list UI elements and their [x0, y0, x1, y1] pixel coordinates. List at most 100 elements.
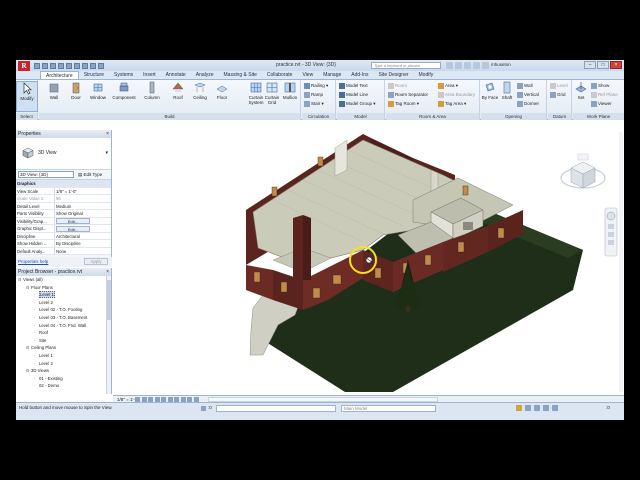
- navigation-bar[interactable]: [604, 207, 618, 257]
- user-icon[interactable]: [482, 62, 489, 69]
- wall-opening-button[interactable]: Wall: [517, 82, 533, 90]
- dormer-button[interactable]: Dormer: [517, 100, 539, 108]
- select-pinned-icon[interactable]: [534, 405, 540, 411]
- user-name[interactable]: mhuseton: [491, 62, 511, 67]
- tree-item[interactable]: ⊟ Ceiling Plans: [16, 344, 111, 352]
- property-value[interactable]: Medium: [56, 204, 71, 209]
- tab-site-designer[interactable]: Site Designer: [374, 71, 414, 79]
- tab-add-ins[interactable]: Add-Ins: [346, 71, 373, 79]
- tag-room-button[interactable]: Tag Room ▾: [388, 100, 419, 108]
- redo-icon[interactable]: [58, 62, 64, 69]
- communication-icon[interactable]: [464, 62, 471, 69]
- mullion-button[interactable]: Mullion: [279, 81, 301, 100]
- tree-item[interactable]: · Site: [16, 337, 111, 345]
- tree-item[interactable]: ⊟ 3D Views: [16, 367, 111, 375]
- select-links-icon[interactable]: [516, 405, 522, 411]
- model-line-button[interactable]: Model Line: [339, 91, 368, 99]
- tree-item[interactable]: · Level 1: [16, 291, 111, 299]
- ceiling-button[interactable]: Ceiling: [189, 81, 211, 100]
- model-group-button[interactable]: Model Group ▾: [339, 100, 376, 108]
- zoom-icon[interactable]: [608, 232, 614, 237]
- maximize-button[interactable]: □: [597, 61, 609, 69]
- set-button[interactable]: Set: [573, 81, 589, 100]
- tree-item[interactable]: · Roof: [16, 329, 111, 337]
- viewer-button[interactable]: Viewer: [591, 100, 612, 108]
- chevron-down-icon[interactable]: ▾: [105, 150, 108, 156]
- viewcube-home-icon[interactable]: [577, 153, 589, 161]
- select-underlay-icon[interactable]: [525, 405, 531, 411]
- tree-item[interactable]: · Level 04 - T.O. Fnd. Wall: [16, 322, 111, 330]
- text-icon[interactable]: [82, 62, 88, 69]
- tree-item[interactable]: · Level 2: [16, 299, 111, 307]
- minimize-button[interactable]: –: [584, 61, 596, 69]
- filter-count[interactable]: :0: [606, 405, 610, 410]
- tab-view[interactable]: View: [297, 71, 318, 79]
- house-model-3d[interactable]: [113, 130, 624, 395]
- property-value[interactable]: 1/8" = 1'-0": [56, 189, 77, 194]
- area-button[interactable]: Area ▾: [438, 82, 458, 90]
- property-value[interactable]: By Discipline: [56, 241, 81, 246]
- close-icon[interactable]: ×: [106, 130, 109, 138]
- tree-item[interactable]: · 02 - Demo: [16, 382, 111, 390]
- undo-icon[interactable]: [50, 62, 56, 69]
- viewcube[interactable]: [560, 153, 606, 189]
- edit-button[interactable]: Edit...: [56, 218, 90, 224]
- column-button[interactable]: Column: [141, 81, 163, 100]
- properties-help-link[interactable]: Properties help: [18, 259, 48, 264]
- stair-button[interactable]: Stair ▾: [304, 100, 324, 108]
- design-option-dropdown[interactable]: Main Model: [341, 404, 436, 412]
- tree-item[interactable]: ⊟ Views (all): [16, 276, 111, 284]
- pan-icon[interactable]: [608, 224, 614, 229]
- property-value[interactable]: Show Original: [56, 211, 83, 216]
- favorites-icon[interactable]: [473, 62, 480, 69]
- property-value[interactable]: Architectural: [56, 234, 80, 239]
- worksets-icon[interactable]: [201, 405, 206, 411]
- tree-item[interactable]: · Level 2: [16, 360, 111, 368]
- open-icon[interactable]: [34, 62, 40, 69]
- tree-item[interactable]: · Level 02 - T.O. Footing: [16, 306, 111, 314]
- window-button[interactable]: Window: [87, 81, 109, 100]
- 3d-view-icon[interactable]: [90, 62, 96, 69]
- roof-button[interactable]: Roof: [167, 81, 189, 100]
- subscription-icon[interactable]: [455, 62, 462, 69]
- level-button[interactable]: Level: [550, 82, 568, 90]
- tab-annotate[interactable]: Annotate: [161, 71, 191, 79]
- tab-systems[interactable]: Systems: [109, 71, 138, 79]
- by-face-button[interactable]: By Face: [481, 81, 499, 100]
- shaft-button[interactable]: Shaft: [499, 81, 515, 100]
- door-button[interactable]: Door: [65, 81, 87, 100]
- tab-modify[interactable]: Modify: [414, 71, 439, 79]
- property-value[interactable]: None: [56, 249, 66, 254]
- component-button[interactable]: Component: [109, 81, 139, 100]
- show-button[interactable]: Show: [591, 82, 609, 90]
- floor-button[interactable]: Floor: [211, 81, 233, 100]
- room-button[interactable]: Room: [388, 82, 407, 90]
- vertical-opening-button[interactable]: Vertical: [517, 91, 539, 99]
- tab-collaborate[interactable]: Collaborate: [262, 71, 298, 79]
- instance-filter-select[interactable]: 3D View: {3D}: [18, 171, 74, 178]
- ref-plane-button[interactable]: Ref Plane: [591, 91, 618, 99]
- close-button[interactable]: ×: [610, 61, 622, 69]
- select-label[interactable]: Select: [16, 113, 37, 120]
- binoculars-icon[interactable]: [446, 62, 453, 69]
- drag-elements-icon[interactable]: [552, 405, 558, 411]
- area-boundary-button[interactable]: Area Boundary: [438, 91, 475, 99]
- active-workset-dropdown[interactable]: [216, 404, 336, 412]
- type-selector[interactable]: 3D View ▾: [16, 138, 111, 170]
- tab-insert[interactable]: Insert: [138, 71, 161, 79]
- model-text-button[interactable]: Model Text: [339, 82, 368, 90]
- search-input[interactable]: Type a keyword or phrase: [371, 62, 441, 69]
- tree-item[interactable]: · Level 03 - T.O. Basement: [16, 314, 111, 322]
- modify-button[interactable]: Modify: [16, 81, 38, 112]
- save-icon[interactable]: [42, 62, 48, 69]
- tree-item[interactable]: · 01 - Existing: [16, 375, 111, 383]
- application-menu-button[interactable]: R: [18, 60, 30, 71]
- wall-button[interactable]: Wall: [43, 81, 65, 100]
- tag-area-button[interactable]: Tag Area ▾: [438, 100, 466, 108]
- ramp-button[interactable]: Ramp: [304, 91, 323, 99]
- print-icon[interactable]: [66, 62, 72, 69]
- 3d-viewport[interactable]: [113, 130, 624, 395]
- property-category[interactable]: Graphics: [16, 180, 111, 188]
- edit-type-button[interactable]: ▤ Edit Type: [78, 172, 102, 178]
- apply-button[interactable]: Apply: [84, 258, 108, 265]
